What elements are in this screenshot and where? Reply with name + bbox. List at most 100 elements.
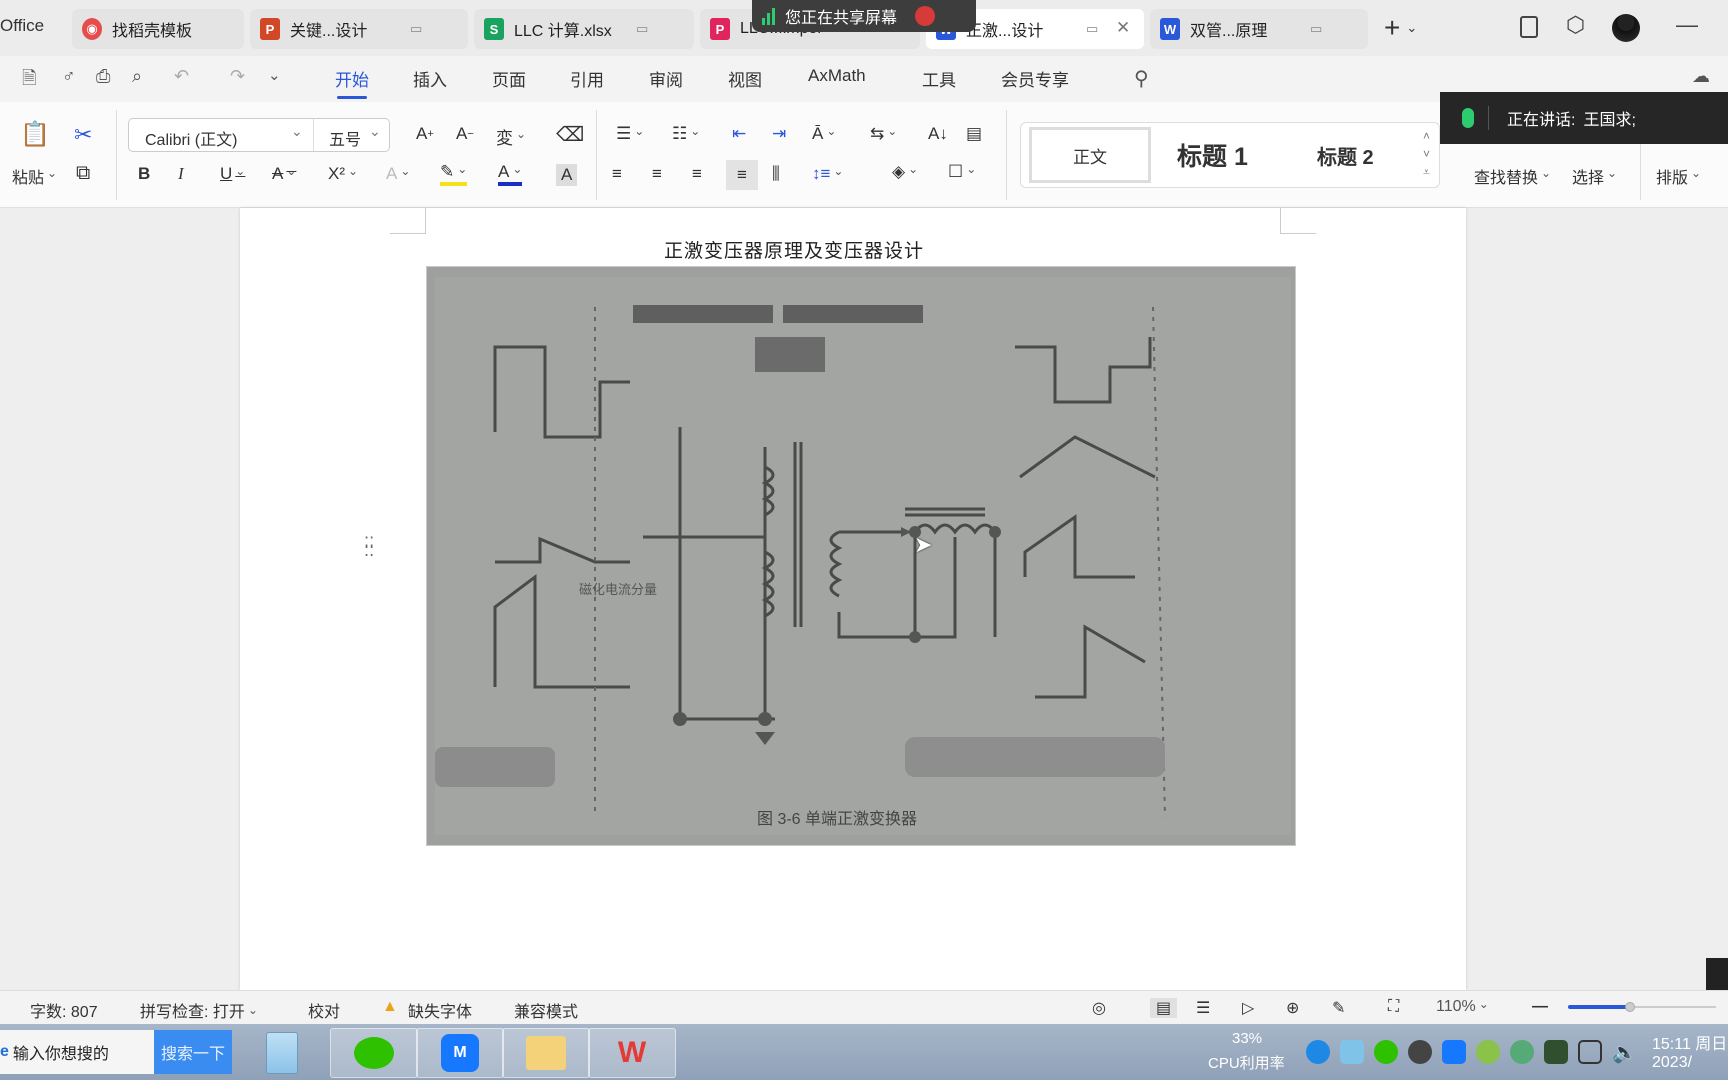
taskbar-wechat[interactable] [330,1028,418,1078]
menu-axmath[interactable]: AxMath [808,66,866,86]
paste-button[interactable]: 粘贴 [12,164,57,188]
tab-dual-switch[interactable]: W 双管...原理 ▭ [1150,9,1368,49]
missing-font-button[interactable]: 缺失字体 [408,998,472,1022]
spell-check-toggle[interactable]: 拼写检查: 打开 [140,998,258,1022]
style-normal[interactable]: 正文 [1029,127,1151,183]
tab-docer[interactable]: ◉ 找稻壳模板 [72,9,244,49]
page-view-icon[interactable]: ▤ [1150,998,1178,1018]
text-direction-button[interactable]: ⇆ [870,124,897,144]
clock-time[interactable]: 15:11 周日 [1652,1030,1727,1054]
wechat-tray-icon[interactable] [1374,1040,1398,1064]
highlight-button[interactable]: ✎ [440,162,468,186]
search-icon[interactable]: ⚲ [1134,66,1149,91]
zoom-slider[interactable] [1568,1002,1716,1012]
char-spacing-button[interactable]: Ā [812,124,836,144]
search-box[interactable]: e 输入你想搜的 [0,1030,154,1074]
sort-button[interactable]: A↓ [928,124,948,144]
tab-ppt[interactable]: P 关键...设计 ▭ [250,9,468,49]
web-view-icon[interactable]: ⊕ [1286,998,1299,1018]
app-tray-icon[interactable] [1340,1040,1364,1064]
copy-icon[interactable]: ⧉ [76,162,90,185]
nvidia-tray-icon[interactable] [1544,1040,1568,1064]
clock-date[interactable]: 2023/ [1652,1054,1692,1072]
decrease-indent-button[interactable]: ⇤ [732,124,746,144]
eye-protection-icon[interactable]: ◎ [1092,998,1106,1018]
tencent-meeting-tray-icon[interactable] [1442,1040,1466,1064]
share-link-icon[interactable]: ♂ [62,66,76,87]
pen-icon[interactable]: ✎ [1332,998,1345,1018]
font-name-select[interactable]: Calibri (正文) ⌄ 五号 ⌄ [128,118,390,152]
cut-icon[interactable]: ✂ [74,122,92,148]
stop-share-icon[interactable] [915,6,936,26]
search-button[interactable]: 搜索一下 [154,1030,232,1074]
page-thumbnail-icon[interactable] [1706,958,1728,990]
increase-indent-button[interactable]: ⇥ [772,124,786,144]
numbered-list-button[interactable]: ☷ [672,124,700,144]
redo-icon[interactable]: ↷ [230,66,245,87]
menu-view[interactable]: 视图 [728,66,762,91]
superscript-button[interactable]: X² [328,164,358,184]
phonetic-icon[interactable]: 変 [496,124,526,149]
char-shading-button[interactable]: A [556,164,578,186]
avatar[interactable] [1612,14,1640,42]
gallery-scroll-icon[interactable]: ˄ ˅ ⩡ [1423,127,1430,181]
fit-page-icon[interactable]: ⛶ [1388,998,1399,1016]
zoom-out-button[interactable]: — [1532,998,1548,1016]
new-tab-button[interactable]: + ⌄ [1384,12,1417,44]
style-heading-1[interactable]: 标题 1 [1177,137,1248,173]
cloud-icon[interactable]: ☁ [1692,66,1710,87]
grow-font-icon[interactable]: A + [416,124,434,144]
clear-format-icon[interactable]: ⌫ [556,122,584,147]
shrink-font-icon[interactable]: A − [456,124,474,144]
security-tray-icon[interactable] [1476,1040,1500,1064]
paste-icon[interactable]: 📋 [20,120,50,149]
figure-image[interactable]: 磁化电流分量 图 3-6 单端正激变换器 [426,266,1296,846]
text-effect-button[interactable]: A [386,164,410,184]
cube-icon[interactable]: ⬡ [1566,12,1585,38]
select-button[interactable]: 选择 [1572,164,1617,188]
volume-icon[interactable]: 🔈 [1612,1040,1637,1065]
underline-button[interactable]: U [220,164,245,184]
menu-page[interactable]: 页面 [492,66,526,91]
tablet-mode-icon[interactable] [1520,16,1538,38]
taskbar-file-explorer[interactable] [502,1028,590,1078]
outline-view-icon[interactable]: ☰ [1196,998,1210,1018]
bullet-list-button[interactable]: ☰ [616,124,644,144]
line-spacing-button[interactable]: ↕≡ [812,164,843,184]
style-heading-2[interactable]: 标题 2 [1317,141,1374,170]
undo-icon[interactable]: ↶ [174,66,189,87]
menu-tools[interactable]: 工具 [922,66,956,91]
print-preview-icon[interactable]: ⌕ [132,66,142,87]
shading-button[interactable]: ◈ [892,162,918,182]
font-size-value[interactable]: 五号 [329,126,361,150]
distribute-button[interactable]: ⫼ [772,164,780,184]
menu-insert[interactable]: 插入 [413,66,447,91]
tab-excel[interactable]: S LLC 计算.xlsx ▭ [474,9,694,49]
taskbar-wps[interactable]: W [588,1028,676,1078]
save-icon[interactable]: 🗎 [22,66,36,96]
print-icon[interactable]: ⎙ [96,66,110,87]
border-button[interactable]: ☐ [948,162,976,182]
align-right-button[interactable]: ≡ [692,164,702,184]
word-count[interactable]: 字数: 807 [30,998,98,1022]
bold-button[interactable]: B [138,164,150,184]
align-left-button[interactable]: ≡ [612,164,622,184]
italic-button[interactable]: I [178,164,184,184]
strikethrough-button[interactable]: A [272,164,296,184]
find-replace-button[interactable]: 查找替换 [1474,164,1551,188]
zoom-level[interactable]: 110% [1436,998,1489,1016]
menu-member[interactable]: 会员专享 [1001,66,1069,91]
ruler-button[interactable]: ▤ [966,124,982,144]
calculator-icon[interactable] [266,1032,298,1074]
layout-button[interactable]: 排版 [1656,164,1701,188]
cloud-tray-icon[interactable] [1306,1040,1330,1064]
satellite-tray-icon[interactable] [1408,1040,1432,1064]
menu-home[interactable]: 开始 [335,66,369,99]
align-center-button[interactable]: ≡ [652,164,662,184]
menu-references[interactable]: 引用 [570,66,604,91]
network-tray-icon[interactable] [1578,1040,1602,1064]
justify-button[interactable]: ≡ [726,160,758,190]
usb-tray-icon[interactable] [1510,1040,1534,1064]
drag-handle-icon[interactable]: ⁚⁚ ⁚⁚ [364,536,374,560]
minimize-button[interactable]: — [1676,12,1698,38]
